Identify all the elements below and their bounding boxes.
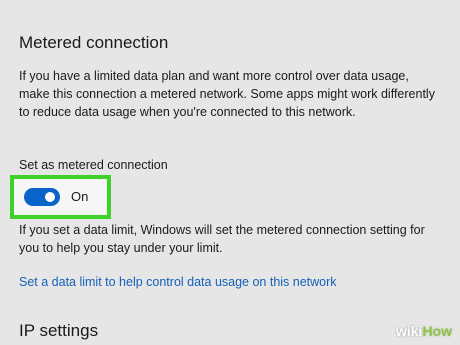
- metered-connection-description: If you have a limited data plan and want…: [19, 69, 435, 119]
- set-data-limit-link[interactable]: Set a data limit to help control data us…: [19, 275, 337, 289]
- toggle-state-label: On: [71, 189, 89, 204]
- metered-toggle-label: Set as metered connection: [19, 158, 168, 172]
- ip-settings-heading: IP settings: [19, 321, 99, 340]
- toggle-knob: [45, 192, 55, 202]
- metered-connection-toggle[interactable]: [24, 188, 60, 206]
- wikihow-watermark: wikiHow: [395, 323, 452, 339]
- data-limit-info-text: If you set a data limit, Windows will se…: [19, 223, 425, 255]
- toggle-highlight-box: On: [10, 175, 111, 219]
- metered-connection-heading: Metered connection: [19, 33, 169, 52]
